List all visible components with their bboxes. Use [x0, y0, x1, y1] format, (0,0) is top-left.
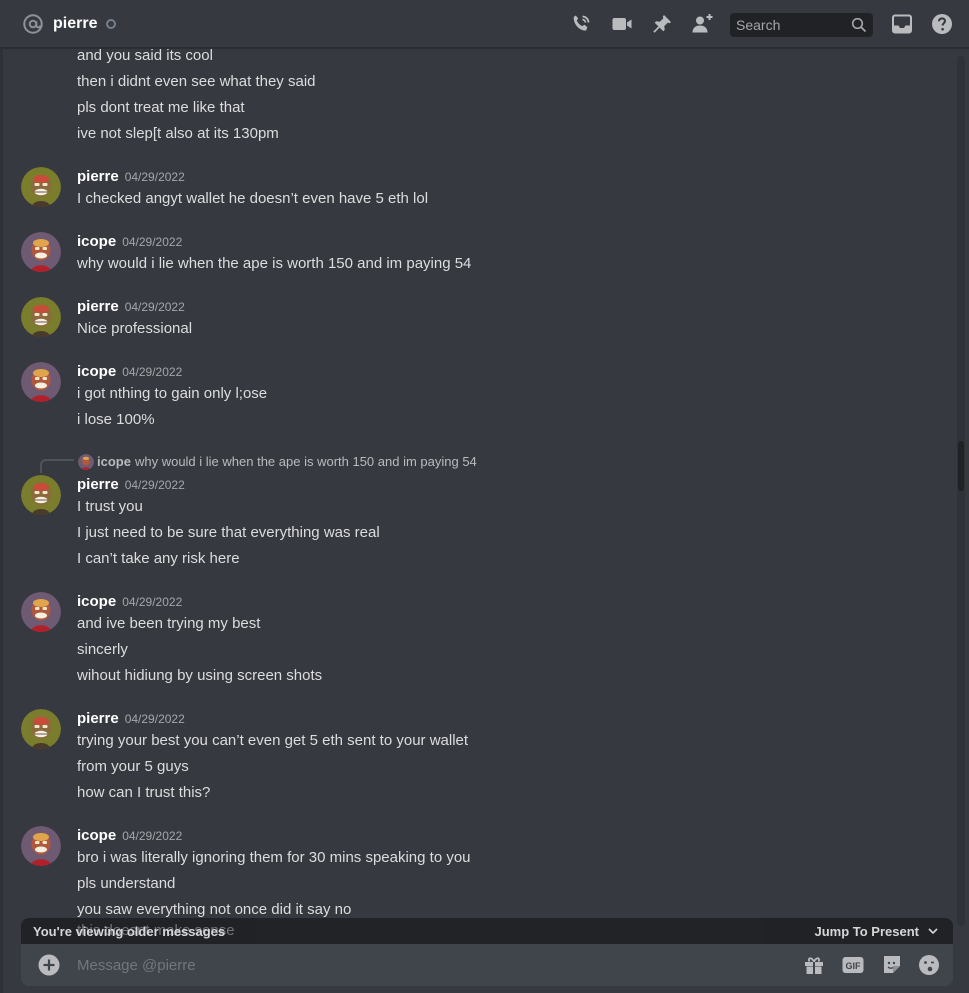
channel-header: pierre: [0, 0, 969, 48]
video-call-icon[interactable]: [610, 12, 634, 36]
reply-spine: [40, 459, 74, 473]
gift-icon[interactable]: [802, 953, 826, 977]
message-text: from your 5 guys: [77, 758, 189, 775]
author-name[interactable]: icope: [77, 827, 116, 844]
author-name[interactable]: pierre: [77, 710, 119, 727]
sticker-icon[interactable]: [880, 953, 904, 977]
message-timestamp: 04/29/2022: [124, 170, 185, 184]
message-text: ive not slep[t also at its 130pm: [77, 125, 279, 142]
gif-picker-icon[interactable]: GIF: [841, 953, 865, 977]
message-text: Nice professional: [77, 320, 193, 337]
message-text: how can I trust this?: [77, 784, 211, 801]
message-header: pierre 04/29/2022: [77, 297, 185, 317]
message-text: pls dont treat me like that: [77, 99, 245, 116]
inbox-icon[interactable]: [890, 12, 914, 36]
voice-call-icon[interactable]: [569, 12, 593, 36]
message-text: i lose 100%: [77, 411, 155, 428]
older-messages-banner[interactable]: this doesnt make sense You're viewing ol…: [21, 918, 953, 946]
author-name[interactable]: pierre: [77, 168, 119, 185]
message-text: why would i lie when the ape is worth 15…: [77, 255, 472, 272]
help-icon[interactable]: [930, 12, 954, 36]
message-text: trying your best you can’t even get 5 et…: [77, 732, 469, 749]
search-input[interactable]: [730, 13, 845, 37]
message-composer: GIF: [21, 944, 953, 986]
message-header: pierre 04/29/2022: [77, 475, 185, 495]
message-header: icope 04/29/2022: [77, 592, 182, 612]
reply-author: icope: [97, 454, 131, 469]
at-sign-icon: [23, 14, 43, 34]
add-friend-to-dm-icon[interactable]: [690, 12, 714, 36]
channel-title: pierre: [53, 15, 98, 32]
message-text: pls understand: [77, 875, 176, 892]
add-attachment-icon[interactable]: [38, 954, 60, 976]
message-text: sincerly: [77, 641, 128, 658]
chevron-down-icon: [928, 928, 938, 935]
message-timestamp: 04/29/2022: [124, 478, 185, 492]
message-timestamp: 04/29/2022: [122, 365, 183, 379]
message-header: pierre 04/29/2022: [77, 167, 185, 187]
avatar-pierre[interactable]: [21, 167, 61, 207]
author-name[interactable]: pierre: [77, 298, 119, 315]
message-timestamp: 04/29/2022: [122, 595, 183, 609]
scrollbar-thumb[interactable]: [958, 441, 964, 491]
message-timestamp: 04/29/2022: [122, 829, 183, 843]
message-timestamp: 04/29/2022: [124, 300, 185, 314]
jump-to-present-label: Jump To Present: [814, 924, 919, 939]
message-text: I just need to be sure that everything w…: [77, 524, 380, 541]
emoji-picker-icon[interactable]: [917, 953, 941, 977]
author-name[interactable]: icope: [77, 363, 116, 380]
search-icon: [851, 17, 867, 33]
reply-avatar-icope: [78, 454, 94, 470]
avatar-icope[interactable]: [21, 592, 61, 632]
message-timestamp: 04/29/2022: [124, 712, 185, 726]
message-header: pierre 04/29/2022: [77, 709, 185, 729]
message-text: you saw everything not once did it say n…: [77, 901, 352, 918]
message-input[interactable]: [77, 944, 737, 986]
reply-preview[interactable]: icope why would i lie when the ape is wor…: [97, 453, 477, 471]
message-timestamp: 04/29/2022: [122, 235, 183, 249]
jump-to-present-button[interactable]: Jump To Present: [814, 924, 939, 940]
author-name[interactable]: icope: [77, 233, 116, 250]
message-text: i got nthing to gain only l;ose: [77, 385, 268, 402]
avatar-pierre[interactable]: [21, 475, 61, 515]
message-text: and ive been trying my best: [77, 615, 261, 632]
older-messages-label: You're viewing older messages: [33, 924, 226, 939]
offline-status-icon: [106, 19, 116, 29]
message-list[interactable]: and you said its cool then i didnt even …: [0, 48, 955, 928]
pinned-messages-icon[interactable]: [650, 12, 674, 36]
message-header: icope 04/29/2022: [77, 826, 182, 846]
author-name[interactable]: icope: [77, 593, 116, 610]
scrollbar-track[interactable]: [957, 56, 965, 926]
message-header: icope 04/29/2022: [77, 362, 182, 382]
avatar-icope[interactable]: [21, 826, 61, 866]
message-text: bro i was literally ignoring them for 30…: [77, 849, 471, 866]
avatar-icope[interactable]: [21, 232, 61, 272]
message-text: then i didnt even see what they said: [77, 73, 316, 90]
author-name[interactable]: pierre: [77, 476, 119, 493]
message-text: and you said its cool: [77, 48, 213, 64]
avatar-icope[interactable]: [21, 362, 61, 402]
message-text: I checked angyt wallet he doesn’t even h…: [77, 190, 429, 207]
message-header: icope 04/29/2022: [77, 232, 182, 252]
message-text: wihout hidiung by using screen shots: [77, 667, 323, 684]
reply-snippet: why would i lie when the ape is worth 15…: [134, 454, 477, 469]
avatar-pierre[interactable]: [21, 297, 61, 337]
search-bar[interactable]: [730, 13, 873, 37]
gif-label: GIF: [846, 961, 862, 971]
message-text: I trust you: [77, 498, 143, 515]
avatar-pierre[interactable]: [21, 709, 61, 749]
message-text: I can’t take any risk here: [77, 550, 240, 567]
